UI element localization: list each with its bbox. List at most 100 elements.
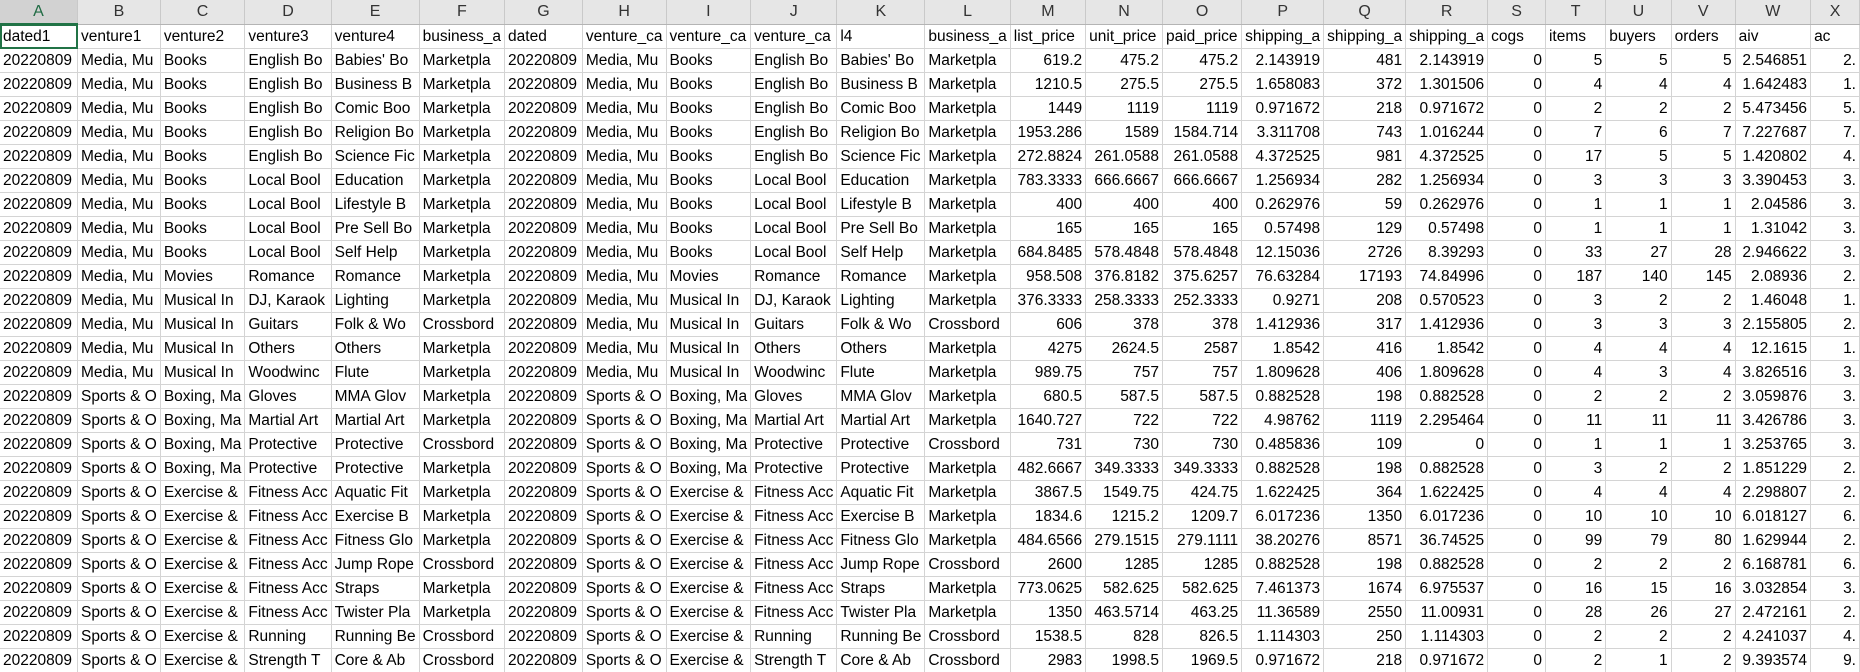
table-cell[interactable]: 17 bbox=[1545, 144, 1607, 169]
table-cell[interactable]: 20220809 bbox=[504, 120, 583, 145]
table-cell[interactable]: Media, Mu bbox=[77, 312, 161, 337]
table-cell[interactable]: Books bbox=[160, 120, 246, 145]
field-name-cell[interactable]: shipping_a bbox=[1323, 24, 1407, 49]
table-cell[interactable]: 722 bbox=[1085, 408, 1163, 433]
table-cell[interactable]: 2 bbox=[1605, 384, 1672, 409]
table-cell[interactable]: 76.63284 bbox=[1241, 264, 1325, 289]
table-cell[interactable]: Media, Mu bbox=[582, 120, 667, 145]
table-cell[interactable]: 484.6566 bbox=[1010, 528, 1087, 553]
table-cell[interactable]: 11 bbox=[1671, 408, 1736, 433]
table-cell[interactable]: Twister Pla bbox=[331, 600, 420, 625]
table-cell[interactable]: Comic Boo bbox=[836, 96, 926, 121]
table-cell[interactable]: 20220809 bbox=[0, 216, 78, 241]
table-cell[interactable]: 475.2 bbox=[1085, 48, 1163, 73]
table-cell[interactable]: Crossbord bbox=[924, 432, 1011, 457]
table-cell[interactable]: 1.412936 bbox=[1405, 312, 1489, 337]
field-name-cell[interactable]: orders bbox=[1671, 24, 1736, 49]
table-cell[interactable]: 208 bbox=[1323, 288, 1407, 313]
table-cell[interactable]: Crossbord bbox=[419, 432, 506, 457]
table-cell[interactable]: Marketpla bbox=[924, 456, 1011, 481]
table-cell[interactable]: 2 bbox=[1671, 288, 1736, 313]
table-cell[interactable]: 1834.6 bbox=[1010, 504, 1087, 529]
table-cell[interactable]: Straps bbox=[331, 576, 420, 601]
table-cell[interactable]: 3867.5 bbox=[1010, 480, 1087, 505]
table-cell[interactable]: 2. bbox=[1810, 600, 1860, 625]
table-cell[interactable]: Movies bbox=[666, 264, 752, 289]
table-cell[interactable]: 1 bbox=[1671, 432, 1736, 457]
table-cell[interactable]: Media, Mu bbox=[582, 72, 667, 97]
table-cell[interactable]: Books bbox=[666, 216, 752, 241]
table-cell[interactable]: 59 bbox=[1323, 192, 1407, 217]
table-cell[interactable]: 3. bbox=[1810, 576, 1860, 601]
table-cell[interactable]: 3.311708 bbox=[1241, 120, 1325, 145]
table-cell[interactable]: Sports & O bbox=[582, 600, 667, 625]
table-cell[interactable]: 279.1515 bbox=[1085, 528, 1163, 553]
table-cell[interactable]: 0 bbox=[1405, 432, 1489, 457]
table-cell[interactable]: 2983 bbox=[1010, 648, 1087, 672]
field-name-cell[interactable]: shipping_a bbox=[1405, 24, 1489, 49]
table-cell[interactable]: 3. bbox=[1810, 216, 1860, 241]
table-cell[interactable]: 20220809 bbox=[0, 96, 78, 121]
table-cell[interactable]: 7.227687 bbox=[1735, 120, 1812, 145]
table-cell[interactable]: Marketpla bbox=[419, 144, 506, 169]
table-cell[interactable]: Crossbord bbox=[419, 624, 506, 649]
table-cell[interactable]: 20220809 bbox=[0, 504, 78, 529]
column-header-b[interactable]: B bbox=[77, 0, 161, 25]
table-cell[interactable]: Religion Bo bbox=[836, 120, 926, 145]
table-cell[interactable]: Exercise & bbox=[160, 576, 246, 601]
table-cell[interactable]: 3. bbox=[1810, 192, 1860, 217]
table-cell[interactable]: 3. bbox=[1810, 360, 1860, 385]
table-cell[interactable]: Lighting bbox=[836, 288, 926, 313]
table-cell[interactable]: 20220809 bbox=[504, 528, 583, 553]
table-cell[interactable]: Marketpla bbox=[419, 120, 506, 145]
table-cell[interactable]: 12.1615 bbox=[1735, 336, 1812, 361]
table-cell[interactable]: English Bo bbox=[244, 48, 332, 73]
table-cell[interactable]: Sports & O bbox=[582, 456, 667, 481]
table-cell[interactable]: 4.372525 bbox=[1241, 144, 1325, 169]
table-cell[interactable]: 1.420802 bbox=[1735, 144, 1812, 169]
table-cell[interactable]: Local Bool bbox=[244, 192, 332, 217]
table-cell[interactable]: Folk & Wo bbox=[331, 312, 420, 337]
table-cell[interactable]: 74.84996 bbox=[1405, 264, 1489, 289]
table-cell[interactable]: Marketpla bbox=[924, 504, 1011, 529]
table-cell[interactable]: 3.032854 bbox=[1735, 576, 1812, 601]
table-cell[interactable]: Education bbox=[331, 168, 420, 193]
table-cell[interactable]: Sports & O bbox=[77, 408, 161, 433]
table-cell[interactable]: 145 bbox=[1671, 264, 1736, 289]
table-cell[interactable]: 1969.5 bbox=[1162, 648, 1243, 672]
table-cell[interactable]: 2 bbox=[1605, 624, 1672, 649]
column-header-l[interactable]: L bbox=[924, 0, 1011, 25]
table-cell[interactable]: Media, Mu bbox=[77, 120, 161, 145]
table-cell[interactable]: 5 bbox=[1545, 48, 1607, 73]
field-name-cell[interactable]: shipping_a bbox=[1241, 24, 1325, 49]
table-cell[interactable]: Fitness Acc bbox=[244, 504, 332, 529]
table-cell[interactable]: 3. bbox=[1810, 168, 1860, 193]
table-cell[interactable]: Media, Mu bbox=[77, 144, 161, 169]
table-cell[interactable]: 0 bbox=[1487, 96, 1546, 121]
table-cell[interactable]: Protective bbox=[331, 456, 420, 481]
column-header-v[interactable]: V bbox=[1671, 0, 1736, 25]
table-cell[interactable]: 20220809 bbox=[504, 624, 583, 649]
table-cell[interactable]: 587.5 bbox=[1085, 384, 1163, 409]
table-cell[interactable]: Fitness Acc bbox=[244, 528, 332, 553]
table-cell[interactable]: 2 bbox=[1605, 456, 1672, 481]
table-cell[interactable]: 0.262976 bbox=[1241, 192, 1325, 217]
table-cell[interactable]: 3. bbox=[1810, 408, 1860, 433]
table-cell[interactable]: 7. bbox=[1810, 120, 1860, 145]
table-cell[interactable]: 3 bbox=[1545, 168, 1607, 193]
field-name-cell[interactable]: venture_ca bbox=[582, 24, 667, 49]
table-cell[interactable]: 11.36589 bbox=[1241, 600, 1325, 625]
table-cell[interactable]: Sports & O bbox=[582, 504, 667, 529]
table-cell[interactable]: Media, Mu bbox=[77, 96, 161, 121]
table-cell[interactable]: Education bbox=[836, 168, 926, 193]
table-cell[interactable]: Religion Bo bbox=[331, 120, 420, 145]
table-cell[interactable]: Strength T bbox=[750, 648, 838, 672]
table-cell[interactable]: 20220809 bbox=[504, 360, 583, 385]
table-cell[interactable]: 0.570523 bbox=[1405, 288, 1489, 313]
table-cell[interactable]: Marketpla bbox=[419, 168, 506, 193]
table-cell[interactable]: 165 bbox=[1085, 216, 1163, 241]
table-cell[interactable]: Marketpla bbox=[924, 216, 1011, 241]
table-cell[interactable]: 1209.7 bbox=[1162, 504, 1243, 529]
field-name-cell[interactable]: paid_price bbox=[1162, 24, 1243, 49]
table-cell[interactable]: Marketpla bbox=[419, 504, 506, 529]
